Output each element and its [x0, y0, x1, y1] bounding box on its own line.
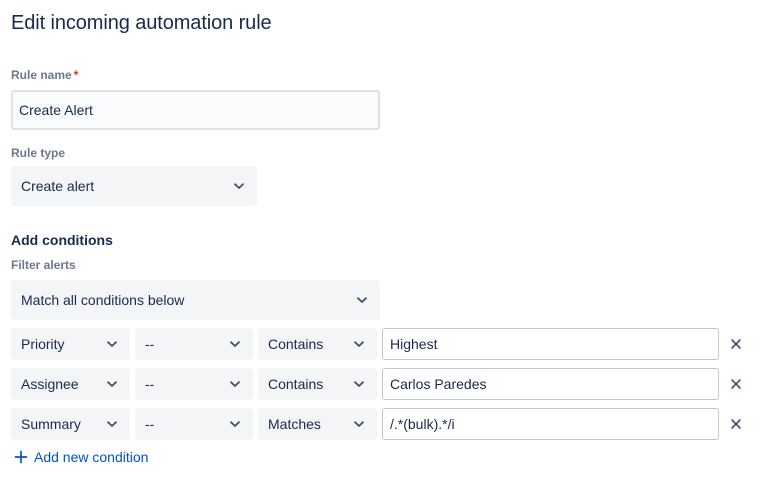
chevron-down-icon [104, 336, 120, 352]
rule-name-input[interactable] [11, 90, 380, 130]
chevron-down-icon [104, 416, 120, 432]
rule-name-label: Rule name * [11, 68, 79, 82]
rule-type-value: Create alert [21, 178, 95, 194]
remove-condition-button[interactable] [726, 334, 746, 354]
chevron-down-icon [351, 416, 367, 432]
condition-not-select[interactable]: -- [135, 408, 253, 440]
chevron-down-icon [351, 336, 367, 352]
condition-field-select[interactable]: Priority [11, 328, 130, 360]
required-mark: * [73, 68, 79, 82]
rule-type-select[interactable]: Create alert [11, 166, 257, 206]
chevron-down-icon [351, 376, 367, 392]
chevron-down-icon [354, 292, 370, 308]
condition-field-select[interactable]: Assignee [11, 368, 130, 400]
match-conditions-select[interactable]: Match all conditions below [11, 280, 380, 320]
condition-not-select[interactable]: -- [135, 368, 253, 400]
rule-type-label: Rule type [11, 146, 66, 160]
close-icon [731, 419, 741, 429]
condition-value-input[interactable] [382, 328, 719, 360]
add-new-condition-label: Add new condition [34, 449, 149, 465]
page-title: Edit incoming automation rule [11, 12, 272, 34]
remove-condition-button[interactable] [726, 414, 746, 434]
condition-operator-select[interactable]: Contains [258, 328, 377, 360]
add-new-condition-button[interactable]: Add new condition [13, 449, 148, 465]
chevron-down-icon [227, 416, 243, 432]
condition-value-input[interactable] [382, 368, 719, 400]
close-icon [731, 379, 741, 389]
condition-not-select[interactable]: -- [135, 328, 253, 360]
chevron-down-icon [231, 178, 247, 194]
filter-alerts-label: Filter alerts [11, 258, 76, 272]
plus-icon [13, 449, 29, 465]
condition-field-select[interactable]: Summary [11, 408, 130, 440]
chevron-down-icon [227, 336, 243, 352]
condition-operator-select[interactable]: Contains [258, 368, 377, 400]
add-conditions-heading: Add conditions [11, 232, 113, 248]
chevron-down-icon [227, 376, 243, 392]
condition-operator-select[interactable]: Matches [258, 408, 377, 440]
match-conditions-value: Match all conditions below [21, 292, 185, 308]
chevron-down-icon [104, 376, 120, 392]
remove-condition-button[interactable] [726, 374, 746, 394]
close-icon [731, 339, 741, 349]
condition-value-input[interactable] [382, 408, 719, 440]
